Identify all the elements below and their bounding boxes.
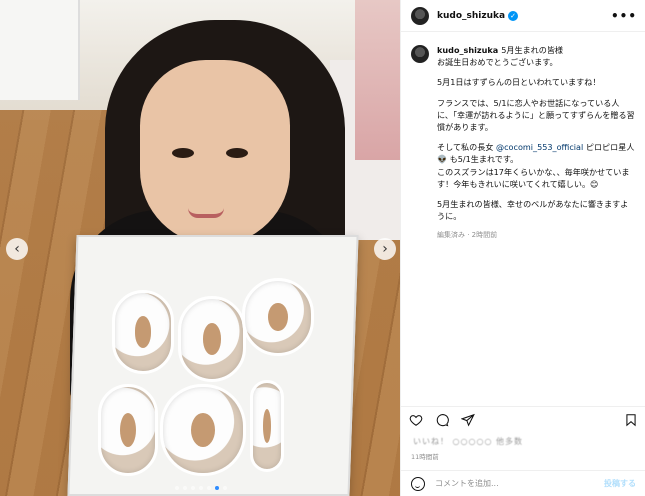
carousel-dot [175, 486, 179, 490]
share-icon[interactable] [461, 413, 475, 427]
caption-para-3: フランスでは、5/1に恋人やお世話になっている人に、「幸運が訪れるように」と願っ… [437, 97, 635, 133]
carousel-dot [207, 486, 211, 490]
comment-bar: 投稿する [401, 470, 645, 496]
comment-icon[interactable] [435, 413, 449, 427]
caption-para-1: kudo_shizuka 5月生まれの皆様 お誕生日おめでとうございます。 [437, 44, 635, 68]
carousel-next-button[interactable]: › [374, 238, 396, 260]
avatar[interactable] [411, 6, 429, 25]
photo-pink-cloth [355, 0, 400, 160]
photo-cookie [178, 296, 246, 382]
heart-icon[interactable] [409, 413, 423, 427]
verified-icon: ✓ [508, 10, 519, 21]
carousel-prev-button[interactable]: ‹ [6, 238, 28, 260]
photo-mouth [188, 208, 224, 218]
post-time: 11時間前 [411, 453, 439, 461]
carousel-dot-active [215, 486, 219, 490]
comment-input[interactable] [435, 479, 585, 488]
photo-cookie [160, 384, 246, 476]
photo-eye-right [226, 148, 248, 158]
photo-cookie [242, 278, 314, 356]
photo-appliance [0, 0, 80, 100]
post-header: kudo_shizuka ✓ ••• [401, 0, 645, 32]
carousel-dots [175, 486, 227, 490]
post-panel: kudo_shizuka ✓ ••• kudo_shizuka 5月生まれの皆様 … [400, 0, 645, 496]
photo-cookie [112, 290, 174, 374]
photo-cookie [250, 380, 284, 472]
photo-eye-left [172, 148, 194, 158]
caption-text-4: そして私の長女 [437, 142, 494, 153]
post-photo[interactable]: ‹ › [0, 0, 400, 496]
caption-para-4: そして私の長女 @cocomi_553_official ピロピロ星人 👽 も5… [437, 141, 635, 190]
caption-meta: 編集済み · 2時間前 [437, 231, 498, 240]
carousel-dot [191, 486, 195, 490]
bookmark-icon[interactable] [624, 413, 638, 427]
mention-link[interactable]: @cocomi_553_official [496, 142, 583, 152]
caption: kudo_shizuka 5月生まれの皆様 お誕生日おめでとうございます。 5月1… [401, 32, 645, 242]
caption-username[interactable]: kudo_shizuka [437, 45, 498, 55]
action-bar [401, 406, 645, 432]
caption-body: kudo_shizuka 5月生まれの皆様 お誕生日おめでとうございます。 5月1… [437, 44, 635, 242]
caption-avatar[interactable] [411, 45, 429, 63]
carousel-dot [223, 486, 227, 490]
post-comment-button[interactable]: 投稿する [604, 478, 636, 489]
emoji-icon[interactable] [411, 476, 425, 491]
carousel-dot [183, 486, 187, 490]
more-icon[interactable]: ••• [611, 9, 637, 23]
caption-para-2: 5月1日はすずらんの日といわれていますね！ [437, 77, 601, 88]
photo-cookie [98, 384, 158, 476]
caption-para-5: 5月生まれの皆様、幸せのベルがあなたに響きますように。 [437, 199, 629, 222]
username-link[interactable]: kudo_shizuka [437, 11, 505, 21]
carousel-dot [199, 486, 203, 490]
likes-count[interactable]: いいね！ ○○○○○ 他多数 [413, 436, 523, 447]
